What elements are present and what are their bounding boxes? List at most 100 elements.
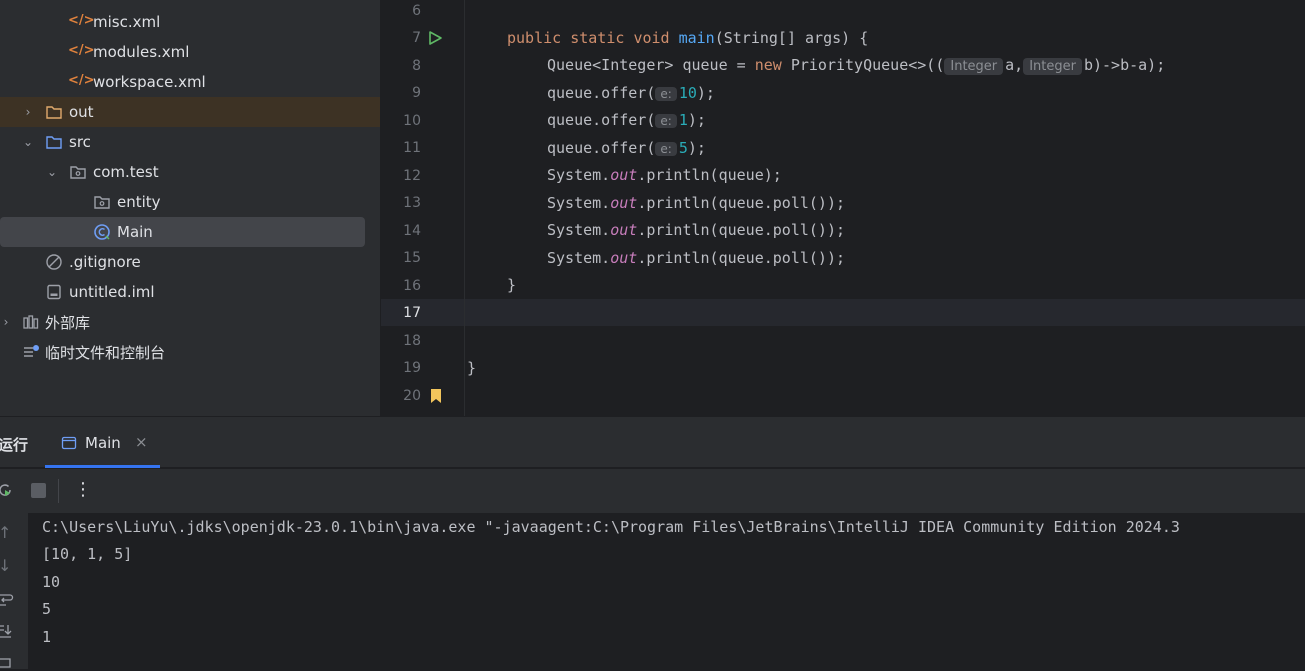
tree-item-label: misc.xml (93, 13, 161, 31)
line-number: 15 (403, 250, 421, 266)
chevron-down-icon[interactable]: ⌄ (46, 166, 58, 178)
package-icon (94, 196, 110, 209)
console-line: [10, 1, 5] (42, 545, 133, 563)
code-line-13: System.out.println(queue.poll()); (547, 194, 846, 212)
line-number: 10 (403, 113, 421, 129)
code-line-12: System.out.println(queue); (547, 166, 782, 184)
console-line: 1 (42, 628, 52, 646)
tree-item-entity[interactable]: entity (0, 187, 380, 217)
tree-item-label: modules.xml (93, 43, 190, 61)
tree-item-modules-xml[interactable]: </> modules.xml (0, 37, 380, 67)
line-number: 13 (403, 195, 421, 211)
scratches-icon (24, 345, 39, 357)
line-number: 12 (403, 168, 421, 184)
tree-item-label: Main (117, 223, 153, 241)
tree-item-label: .gitignore (69, 253, 141, 271)
bookmark-icon[interactable] (430, 388, 442, 404)
run-panel-title: 运行 (0, 436, 29, 454)
current-line-highlight (381, 299, 1305, 326)
line-number: 11 (403, 140, 421, 156)
tree-item-main[interactable]: Main (0, 217, 365, 247)
console-line: 10 (42, 573, 61, 591)
tree-item-label: untitled.iml (69, 283, 155, 301)
libraries-icon (23, 315, 39, 329)
line-number: 19 (403, 360, 421, 376)
code-line-19: } (467, 359, 477, 377)
line-number: 6 (412, 3, 421, 19)
code-editor[interactable]: 6 7 8 9 10 11 12 13 14 15 16 17 18 19 20… (381, 0, 1305, 416)
console-line: 5 (42, 600, 52, 618)
parameter-type-hint: Integer (1023, 58, 1082, 75)
code-line-11: queue.offer(e: 5); (547, 139, 706, 157)
line-number-current: 17 (403, 305, 421, 321)
line-number: 20 (403, 388, 421, 404)
xml-file-icon: </> (68, 73, 95, 88)
tree-item-untitled-iml[interactable]: untitled.iml (0, 277, 380, 307)
console-output[interactable]: C:\Users\LiuYu\.jdks\openjdk-23.0.1\bin\… (28, 513, 1305, 669)
chevron-right-icon[interactable]: › (22, 106, 34, 118)
parameter-type-hint: Integer (944, 58, 1004, 75)
tab-main[interactable]: Main × (45, 417, 160, 468)
run-gutter-icon[interactable] (427, 30, 443, 46)
console-actions-sidebar: ↑ ↓ (0, 513, 28, 669)
run-tool-window-header: 运行 Main × (0, 416, 1305, 468)
tab-main-label: Main (85, 434, 121, 452)
tree-item-label: out (69, 103, 94, 121)
chevron-right-icon[interactable]: › (0, 316, 12, 328)
tree-item-misc-xml[interactable]: </> misc.xml (0, 7, 380, 37)
soft-wrap-icon[interactable] (0, 592, 14, 608)
line-number: 9 (412, 85, 421, 101)
module-file-icon (47, 284, 61, 300)
tree-item-label: src (69, 133, 91, 151)
scroll-up-icon[interactable]: ↑ (0, 523, 11, 542)
scroll-down-icon[interactable]: ↓ (0, 556, 11, 575)
parameter-name-hint: e: (655, 142, 677, 156)
xml-file-icon: </> (68, 43, 95, 58)
tree-item-out[interactable]: › out (0, 97, 380, 127)
tree-item-workspace-xml[interactable]: </> workspace.xml (0, 67, 380, 97)
console-window-icon (61, 436, 77, 450)
tree-item-scratches[interactable]: 临时文件和控制台 (0, 337, 380, 367)
tree-item-src[interactable]: ⌄ src (0, 127, 380, 157)
tree-item-label: com.test (93, 163, 159, 181)
code-line-16: } (507, 276, 517, 294)
line-number: 8 (412, 58, 421, 74)
code-line-9: queue.offer(e: 10); (547, 84, 715, 102)
package-icon (70, 166, 86, 179)
parameter-name-hint: e: (655, 114, 677, 128)
tree-item-label: workspace.xml (93, 73, 206, 91)
stop-icon[interactable] (31, 483, 46, 498)
code-line-14: System.out.println(queue.poll()); (547, 221, 846, 239)
tree-item-external-libraries[interactable]: › 外部库 (0, 307, 380, 337)
more-options-icon[interactable]: ⋮ (74, 478, 92, 502)
editor-gutter: 6 7 8 9 10 11 12 13 14 15 16 17 18 19 20 (381, 0, 465, 416)
folder-icon (46, 106, 62, 119)
tree-item-label: 临时文件和控制台 (45, 343, 166, 362)
code-line-10: queue.offer(e: 1); (547, 111, 706, 129)
xml-file-icon: </> (68, 13, 95, 28)
line-number: 16 (403, 278, 421, 294)
ignore-file-icon (46, 254, 62, 270)
code-line-7: public static void main(String[] args) { (507, 29, 869, 47)
java-class-icon (94, 224, 110, 240)
toolbar-separator (58, 479, 59, 503)
tree-item-com-test[interactable]: ⌄ com.test (0, 157, 380, 187)
rerun-icon[interactable] (0, 481, 14, 499)
tree-item-gitignore[interactable]: .gitignore (0, 247, 380, 277)
tree-item-label: entity (117, 193, 161, 211)
parameter-name-hint: e: (655, 87, 677, 101)
line-number: 14 (403, 223, 421, 239)
project-tree: </> misc.xml </> modules.xml </> workspa… (0, 0, 380, 416)
scroll-to-end-icon[interactable] (0, 623, 14, 639)
code-line-15: System.out.println(queue.poll()); (547, 249, 846, 267)
line-number: 18 (403, 333, 421, 349)
run-toolbar: ⋮ (0, 469, 1305, 513)
chevron-down-icon[interactable]: ⌄ (22, 136, 34, 148)
console-line-command: C:\Users\LiuYu\.jdks\openjdk-23.0.1\bin\… (42, 518, 1180, 536)
tree-item-label: 外部库 (45, 313, 91, 332)
code-line-8: Queue<Integer> queue = new PriorityQueue… (547, 56, 1166, 75)
close-tab-icon[interactable]: × (135, 433, 148, 451)
source-folder-icon (46, 136, 62, 149)
active-tab-indicator (45, 465, 160, 468)
line-number: 7 (412, 30, 421, 46)
